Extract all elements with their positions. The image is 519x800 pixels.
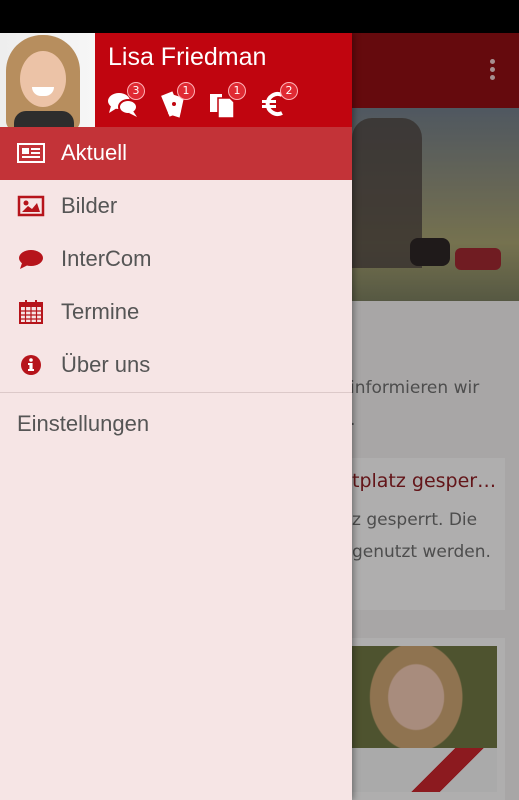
calendar-icon — [17, 300, 45, 324]
chat-count-badge: 3 — [127, 82, 145, 100]
menu-item-termine[interactable]: Termine — [0, 286, 352, 339]
documents-icon[interactable]: 1 — [208, 82, 246, 120]
drawer-header: Lisa Friedman 3 1 1 2 — [0, 33, 352, 127]
tickets-icon[interactable]: 1 — [157, 82, 195, 120]
menu-item-label: InterCom — [61, 246, 152, 271]
menu-item-label: Bilder — [61, 193, 118, 218]
menu-item-ueber-uns[interactable]: Über uns — [0, 339, 352, 392]
info-icon — [17, 353, 45, 377]
euro-icon[interactable]: 2 — [260, 82, 298, 120]
navigation-drawer: Lisa Friedman 3 1 1 2 Aktuell Bilder Int… — [0, 33, 352, 800]
menu-item-label: Über uns — [61, 352, 151, 377]
menu-item-label: Termine — [61, 299, 140, 324]
speech-bubble-icon — [17, 247, 45, 271]
documents-count-badge: 1 — [228, 82, 246, 100]
payments-count-badge: 2 — [280, 82, 298, 100]
menu-item-aktuell[interactable]: Aktuell — [0, 127, 352, 180]
menu-item-intercom[interactable]: InterCom — [0, 233, 352, 286]
image-icon — [17, 194, 45, 218]
avatar[interactable] — [0, 33, 95, 127]
newspaper-icon — [17, 141, 45, 165]
chat-bubbles-icon[interactable]: 3 — [107, 82, 145, 120]
menu-item-einstellungen[interactable]: Einstellungen — [0, 393, 352, 455]
settings-label: Einstellungen — [17, 411, 150, 436]
menu-item-label: Aktuell — [61, 140, 128, 165]
status-bar — [0, 0, 519, 33]
tickets-count-badge: 1 — [177, 82, 195, 100]
drawer-menu: Aktuell Bilder InterCom Termine Über uns… — [0, 127, 352, 455]
user-name: Lisa Friedman — [108, 43, 267, 71]
menu-item-bilder[interactable]: Bilder — [0, 180, 352, 233]
